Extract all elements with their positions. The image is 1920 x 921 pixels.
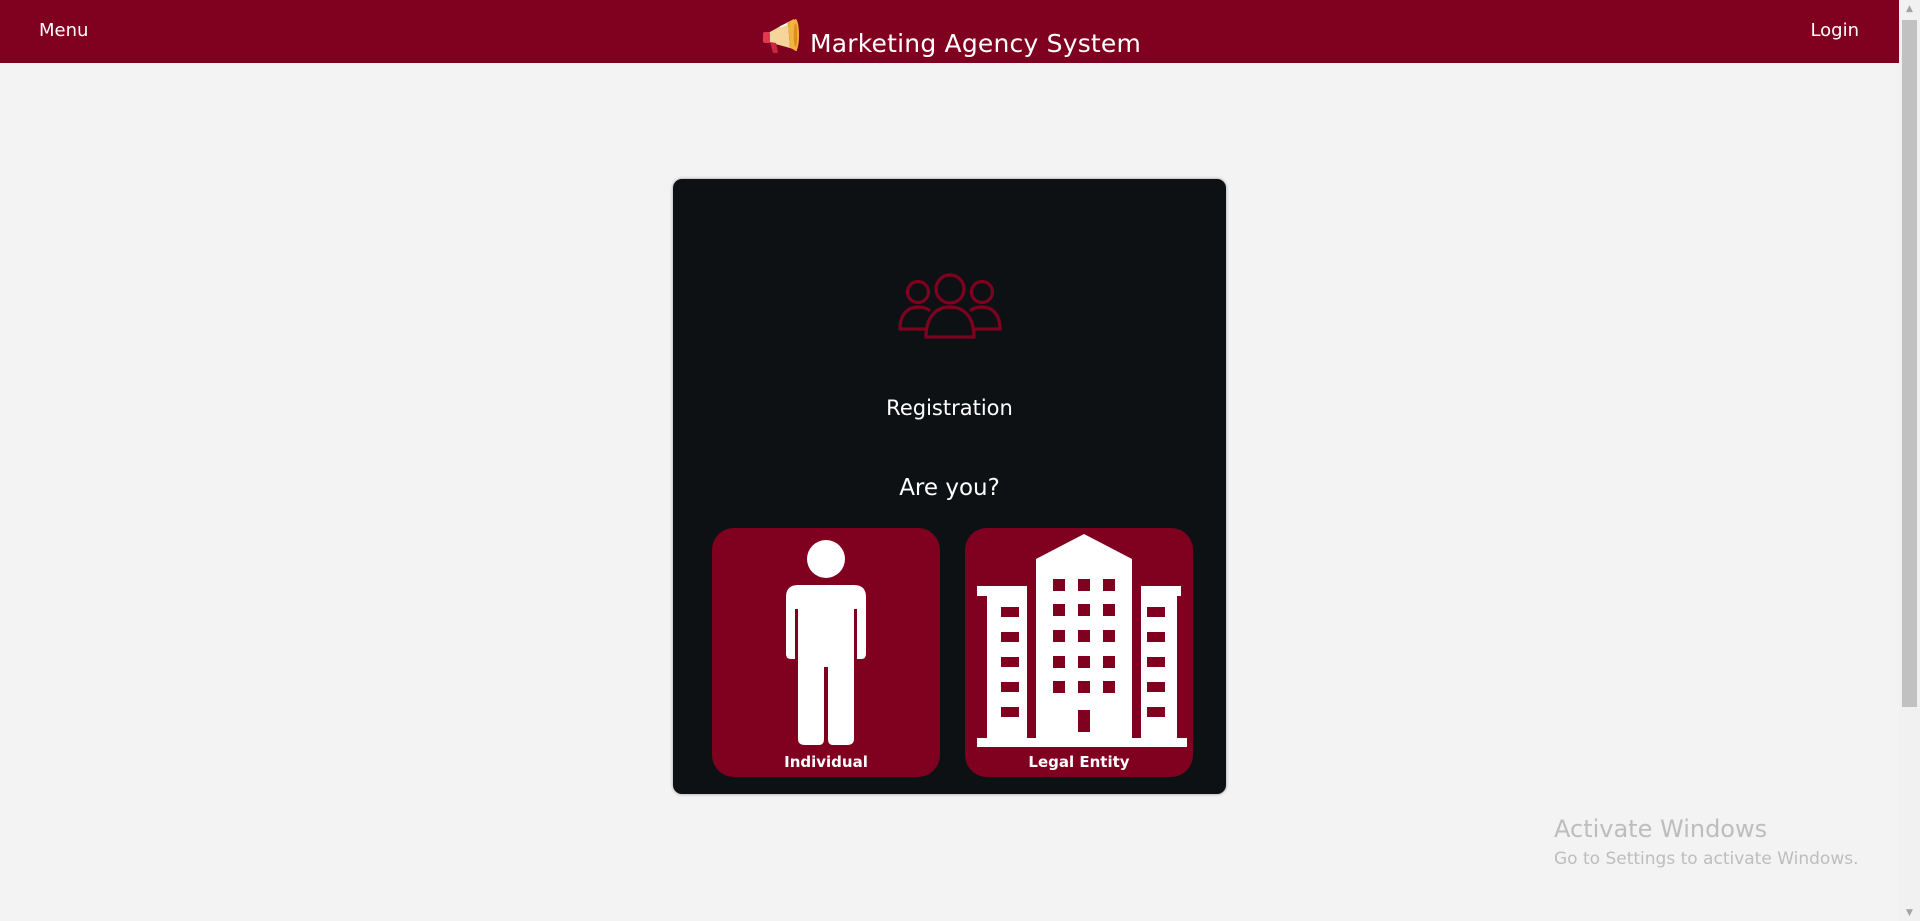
brand-link[interactable]: Marketing Agency System (760, 14, 1141, 58)
site-title: Marketing Agency System (810, 28, 1142, 58)
person-icon (786, 540, 866, 745)
scrollbar-thumb[interactable] (1902, 20, 1917, 707)
legal-entity-label: Legal Entity (1028, 753, 1130, 771)
legal-entity-option[interactable]: Legal Entity (965, 528, 1193, 777)
individual-option[interactable]: Individual (712, 528, 940, 777)
viewport: Menu Marketing Agency System Login Regis… (0, 0, 1899, 921)
registration-card: Registration Are you? Individual Legal E… (673, 179, 1226, 794)
vertical-scrollbar[interactable]: ▲ ▼ (1899, 0, 1920, 921)
watermark-subtitle: Go to Settings to activate Windows. (1554, 849, 1859, 869)
activate-windows-watermark: Activate Windows Go to Settings to activ… (1554, 815, 1859, 869)
question-heading: Are you? (899, 475, 1000, 501)
users-group-icon (898, 273, 1002, 339)
individual-label: Individual (784, 753, 868, 771)
menu-button[interactable]: Menu (39, 20, 88, 41)
login-button[interactable]: Login (1810, 20, 1859, 41)
megaphone-icon (760, 16, 804, 56)
watermark-title: Activate Windows (1554, 815, 1768, 843)
registration-title: Registration (886, 396, 1013, 420)
scroll-down-arrow-icon[interactable]: ▼ (1899, 904, 1920, 921)
building-icon (977, 534, 1187, 747)
scroll-up-arrow-icon[interactable]: ▲ (1899, 0, 1920, 17)
navbar: Menu Marketing Agency System Login (0, 0, 1899, 63)
page: Menu Marketing Agency System Login Regis… (0, 0, 1920, 921)
